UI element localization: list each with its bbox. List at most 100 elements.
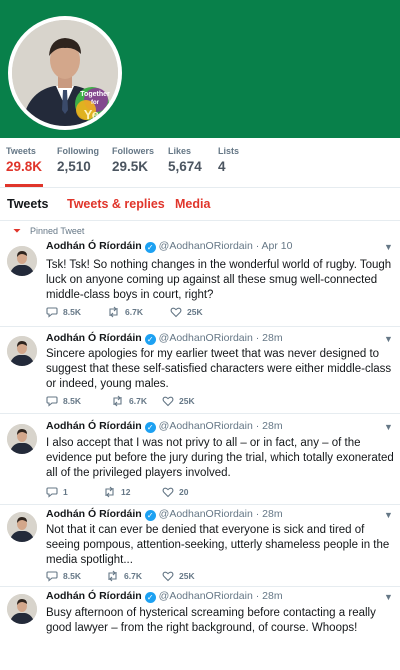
author-name[interactable]: Aodhán Ó Ríordáin <box>46 420 142 432</box>
reply-icon <box>46 396 58 407</box>
tab-media[interactable]: Media <box>175 197 210 211</box>
author-name[interactable]: Aodhán Ó Ríordáin <box>46 508 142 520</box>
retweet-icon <box>108 570 117 582</box>
retweet-count: 6.7K <box>129 396 147 406</box>
heart-icon <box>162 487 174 498</box>
heart-icon <box>162 571 174 582</box>
avatar[interactable] <box>7 594 37 624</box>
avatar[interactable] <box>7 424 37 454</box>
verified-badge-icon: ✓ <box>144 422 156 433</box>
stat-value: 4 <box>218 159 226 174</box>
author-handle[interactable]: @AodhanORiordain · 28m <box>159 508 283 520</box>
reply-count: 8.5K <box>63 571 81 581</box>
reply-icon <box>46 487 58 498</box>
retweet-icon <box>109 306 118 318</box>
reply-count: 1 <box>63 487 68 497</box>
tweet-text: Busy afternoon of hysterical screaming b… <box>46 607 376 634</box>
pin-icon: ⏷ <box>13 226 21 237</box>
stat-label: Tweets <box>6 146 36 156</box>
pinned-label: Pinned Tweet <box>30 226 85 236</box>
retweet-count: 6.7K <box>124 571 142 581</box>
tab-tweets[interactable]: Tweets <box>7 197 48 211</box>
reply-button[interactable]: 8.5K <box>46 570 81 582</box>
reply-icon <box>46 571 58 582</box>
profile-stats: Tweets 29.8K Following 2,510 Followers 2… <box>0 146 400 182</box>
divider <box>0 413 400 414</box>
retweet-button[interactable]: 6.7K <box>111 395 147 407</box>
stat-label: Followers <box>112 146 155 156</box>
profile-avatar[interactable]: Together for Yes <box>8 16 122 130</box>
retweet-button[interactable]: 6.7K <box>106 570 142 582</box>
reply-button[interactable]: 1 <box>46 486 68 498</box>
like-button[interactable]: 25K <box>162 395 195 407</box>
reply-icon <box>46 307 58 318</box>
divider <box>0 220 400 221</box>
divider <box>0 326 400 327</box>
tweet-text: Not that it can ever be denied that ever… <box>46 524 390 566</box>
stat-following[interactable]: Following 2,510 <box>57 146 99 174</box>
profile-tabs: Tweets Tweets & replies Media <box>0 197 400 221</box>
stat-value: 5,674 <box>168 159 202 174</box>
chevron-down-icon[interactable]: ▼ <box>384 334 393 344</box>
author-handle[interactable]: @AodhanORiordain · 28m <box>159 420 283 432</box>
stat-value: 29.8K <box>6 159 43 174</box>
tweet-header: Aodhán Ó Ríordáin ✓ @AodhanORiordain · 28m <box>46 508 283 521</box>
chevron-down-icon[interactable]: ▼ <box>384 510 393 520</box>
tweet-text: Tsk! Tsk! So nothing changes in the wond… <box>46 259 392 301</box>
avatar-badge: Together for Yes <box>80 91 110 122</box>
author-handle[interactable]: @AodhanORiordain · 28m <box>159 332 283 344</box>
reply-button[interactable]: 8.5K <box>46 306 81 318</box>
like-button[interactable]: 20 <box>162 486 188 498</box>
stat-label: Lists <box>218 146 240 156</box>
tab-tweets-and-replies[interactable]: Tweets & replies <box>67 197 165 211</box>
tweet-header: Aodhán Ó Ríordáin ✓ @AodhanORiordain · 28m <box>46 590 283 603</box>
like-count: 25K <box>179 571 195 581</box>
verified-badge-icon: ✓ <box>144 334 156 345</box>
avatar[interactable] <box>7 512 37 542</box>
tweet-text: Sincere apologies for my earlier tweet t… <box>46 348 392 390</box>
divider <box>0 504 400 505</box>
verified-badge-icon: ✓ <box>144 242 156 253</box>
like-button[interactable]: 25K <box>162 570 195 582</box>
author-name[interactable]: Aodhán Ó Ríordáin <box>46 590 142 602</box>
heart-icon <box>162 396 174 407</box>
stat-tweets[interactable]: Tweets 29.8K <box>6 146 42 174</box>
reply-count: 8.5K <box>63 396 81 406</box>
tweet-header: Aodhán Ó Ríordáin ✓ @AodhanORiordain · 28m <box>46 420 283 433</box>
retweet-count: 6.7K <box>125 307 143 317</box>
verified-badge-icon: ✓ <box>144 592 156 603</box>
author-name[interactable]: Aodhán Ó Ríordáin <box>46 240 142 252</box>
author-name[interactable]: Aodhán Ó Ríordáin <box>46 332 142 344</box>
tweet-header: Aodhán Ó Ríordáin ✓ @AodhanORiordain · 28m <box>46 332 283 345</box>
retweet-icon <box>105 486 114 498</box>
reply-button[interactable]: 8.5K <box>46 395 81 407</box>
author-handle[interactable]: @AodhanORiordain · 28m <box>159 590 283 602</box>
author-handle[interactable]: @AodhanORiordain · Apr 10 <box>159 240 293 252</box>
avatar[interactable] <box>7 336 37 366</box>
chevron-down-icon[interactable]: ▼ <box>384 422 393 432</box>
divider <box>0 187 400 188</box>
stat-followers[interactable]: Followers 29.5K <box>112 146 154 174</box>
stat-lists[interactable]: Lists 4 <box>218 146 239 174</box>
tweet-header: Aodhán Ó Ríordáin ✓ @AodhanORiordain · Apr… <box>46 240 293 253</box>
retweet-icon <box>113 395 122 407</box>
like-button[interactable]: 25K <box>170 306 203 318</box>
verified-badge-icon: ✓ <box>144 510 156 521</box>
divider <box>0 586 400 587</box>
retweet-count: 12 <box>121 487 131 497</box>
chevron-down-icon[interactable]: ▼ <box>384 592 393 602</box>
like-count: 25K <box>179 396 195 406</box>
avatar[interactable] <box>7 246 37 276</box>
tweet-text: I also accept that I was not privy to al… <box>46 437 394 479</box>
heart-icon <box>170 307 182 318</box>
retweet-button[interactable]: 6.7K <box>107 306 143 318</box>
like-count: 20 <box>179 487 189 497</box>
chevron-down-icon[interactable]: ▼ <box>384 242 393 252</box>
stat-label: Following <box>57 146 99 156</box>
stat-value: 2,510 <box>57 159 91 174</box>
stat-label: Likes <box>168 146 192 156</box>
stat-likes[interactable]: Likes 5,674 <box>168 146 202 174</box>
retweet-button[interactable]: 12 <box>103 486 130 498</box>
stat-value: 29.5K <box>112 159 149 174</box>
like-count: 25K <box>187 307 203 317</box>
